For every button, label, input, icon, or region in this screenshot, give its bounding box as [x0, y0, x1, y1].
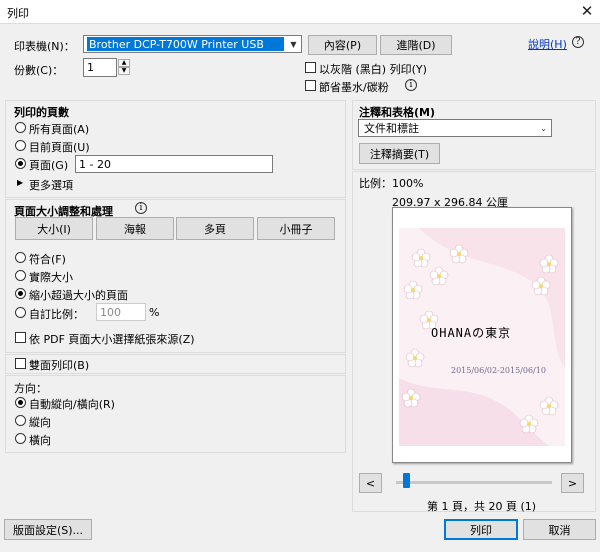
tab-size[interactable]: 大小(I): [15, 217, 93, 240]
portrait-label: 縱向: [29, 416, 51, 429]
chevron-down-icon[interactable]: ⌄: [536, 120, 551, 136]
printer-label: 印表機(N)：: [14, 40, 75, 53]
comments-heading: 注釋和表格(M): [359, 106, 436, 119]
portrait-radio[interactable]: [15, 415, 26, 426]
percent-label: %: [149, 306, 160, 319]
chevron-down-icon[interactable]: ▼: [286, 36, 301, 52]
orientation-heading: 方向：: [14, 382, 47, 395]
custom-scale-radio[interactable]: [15, 307, 26, 318]
page-range-radio[interactable]: [15, 158, 26, 169]
prev-page-button[interactable]: <: [359, 473, 382, 493]
comments-selected: 文件和標註: [364, 122, 419, 135]
cancel-button[interactable]: 取消: [523, 519, 596, 540]
actual-size-radio[interactable]: [15, 270, 26, 281]
actual-size-label: 實際大小: [29, 271, 73, 284]
auto-orientation-radio[interactable]: [15, 397, 26, 408]
printer-selected: Brother DCP-T700W Printer USB: [87, 37, 284, 51]
shrink-label: 縮小超過大小的頁面: [29, 289, 128, 302]
grayscale-checkbox[interactable]: [305, 62, 316, 73]
pages-heading: 列印的頁數: [14, 106, 69, 119]
title-bar: [0, 0, 600, 24]
preview-image: OHANAの東京 2015/06/02-2015/06/10: [399, 228, 565, 446]
duplex-checkbox[interactable]: [15, 358, 26, 369]
orientation-panel: [5, 375, 346, 453]
tab-multiple[interactable]: 多頁: [176, 217, 254, 240]
landscape-label: 橫向: [29, 434, 51, 447]
page-slider-thumb[interactable]: [403, 473, 411, 488]
pdf-source-checkbox[interactable]: [15, 332, 26, 343]
expand-arrow-icon[interactable]: ▶: [17, 178, 23, 187]
window-title: 列印: [7, 7, 29, 20]
copies-input[interactable]: 1: [83, 58, 117, 77]
save-ink-label: 節省墨水/碳粉: [319, 81, 389, 94]
preview-page: OHANAの東京 2015/06/02-2015/06/10: [392, 207, 572, 463]
current-page-radio[interactable]: [15, 140, 26, 151]
all-pages-radio[interactable]: [15, 122, 26, 133]
fit-radio[interactable]: [15, 252, 26, 263]
tab-booklet[interactable]: 小冊子: [257, 217, 335, 240]
close-icon[interactable]: ✕: [578, 1, 596, 21]
save-ink-checkbox[interactable]: [305, 80, 316, 91]
auto-orientation-label: 自動縱向/橫向(R): [29, 398, 115, 411]
help-link[interactable]: 說明(H): [528, 36, 567, 52]
comments-select[interactable]: 文件和標註 ⌄: [358, 119, 552, 137]
more-options-link[interactable]: 更多選項: [29, 177, 73, 193]
custom-scale-input[interactable]: 100: [96, 303, 146, 321]
fit-label: 符合(F): [29, 253, 66, 266]
copies-stepper[interactable]: ▲ ▼: [118, 59, 130, 75]
landscape-radio[interactable]: [15, 433, 26, 444]
preview-dates: 2015/06/02-2015/06/10: [451, 366, 546, 375]
pdf-source-label: 依 PDF 頁面大小選擇紙張來源(Z): [29, 333, 195, 346]
properties-button[interactable]: 內容(P): [308, 35, 377, 55]
all-pages-label: 所有頁面(A): [29, 123, 90, 136]
current-page-label: 目前頁面(U): [29, 141, 90, 154]
help-icon[interactable]: ?: [572, 36, 584, 48]
print-button[interactable]: 列印: [444, 519, 518, 540]
custom-scale-label: 自訂比例：: [29, 308, 84, 321]
page-range-label: 頁面(G): [29, 159, 69, 172]
stepper-down-icon[interactable]: ▼: [118, 67, 130, 75]
copies-label: 份數(C)：: [14, 64, 64, 77]
stepper-up-icon[interactable]: ▲: [118, 59, 130, 67]
scale-label: 比例：100%: [359, 177, 424, 190]
duplex-label: 雙面列印(B): [29, 359, 90, 372]
tab-poster[interactable]: 海報: [96, 217, 174, 240]
page-setup-button[interactable]: 版面設定(S)...: [4, 519, 92, 540]
shrink-radio[interactable]: [15, 288, 26, 299]
comments-summary-button[interactable]: 注釋摘要(T): [359, 143, 440, 164]
page-slider-track[interactable]: [396, 481, 552, 484]
next-page-button[interactable]: >: [561, 473, 584, 493]
page-status: 第 1 頁，共 20 頁 (1): [427, 500, 537, 513]
preview-title: OHANAの東京: [431, 326, 512, 340]
printer-select[interactable]: Brother DCP-T700W Printer USB ▼: [83, 35, 302, 53]
info-icon[interactable]: i: [405, 79, 417, 91]
advanced-button[interactable]: 進階(D): [380, 35, 452, 55]
page-range-input[interactable]: 1 - 20: [75, 155, 273, 173]
info-icon[interactable]: i: [135, 202, 147, 214]
grayscale-label: 以灰階 (黑白) 列印(Y): [319, 63, 427, 76]
